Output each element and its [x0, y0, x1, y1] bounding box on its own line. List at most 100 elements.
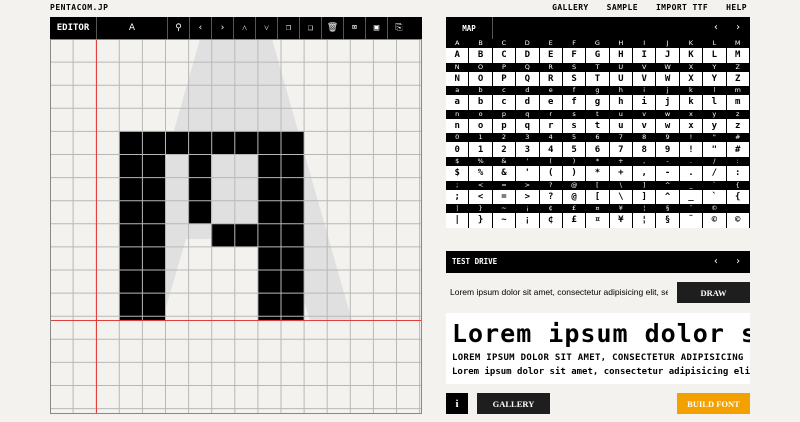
map-cell[interactable]: ff: [562, 86, 587, 110]
map-cell-glyph[interactable]: i: [633, 95, 656, 110]
map-cell-glyph[interactable]: F: [562, 48, 586, 63]
map-cell-glyph[interactable]: h: [609, 95, 632, 110]
map-cell[interactable]: QQ: [516, 62, 540, 87]
map-cell-glyph[interactable]: k: [679, 95, 703, 110]
map-cell-glyph[interactable]: M: [726, 48, 749, 63]
map-cell[interactable]: ~ ~: [492, 204, 517, 228]
map-cell-glyph[interactable]: ¤: [586, 213, 609, 228]
map-cell-glyph[interactable]: 6: [586, 142, 609, 157]
map-cell[interactable]: $ $: [446, 156, 470, 181]
map-cell-glyph[interactable]: ;: [446, 189, 469, 205]
map-cell[interactable]: ¢ ¢: [539, 204, 563, 228]
map-cell-glyph[interactable]: !: [679, 142, 703, 157]
map-cell[interactable]: jj: [656, 86, 680, 110]
map-cell-glyph[interactable]: Y: [703, 71, 726, 87]
map-cell-glyph[interactable]: :: [726, 165, 749, 181]
map-cell[interactable]: 88: [633, 133, 657, 157]
map-cell[interactable]: ss: [562, 109, 587, 134]
map-cell-glyph[interactable]: L: [703, 48, 726, 63]
map-cell[interactable]: gg: [586, 86, 610, 110]
map-cell-glyph[interactable]: g: [586, 95, 609, 110]
map-cell-glyph[interactable]: ©: [703, 213, 726, 228]
map-cell[interactable]: MM: [726, 39, 750, 63]
map-cell[interactable]: CC: [492, 39, 517, 63]
map-cell-glyph[interactable]: -: [656, 165, 679, 181]
map-cell-glyph[interactable]: §: [656, 213, 679, 228]
map-cell[interactable]: & &: [492, 156, 517, 181]
map-cell[interactable]: UU: [609, 62, 633, 87]
map-cell[interactable]: ^ ^: [656, 180, 680, 205]
nav-gallery[interactable]: GALLERY: [552, 3, 589, 12]
map-prev-icon[interactable]: ‹: [710, 22, 722, 33]
map-cell[interactable]: OO: [469, 62, 493, 87]
map-cell[interactable]: xx: [679, 109, 704, 134]
build-font-button[interactable]: BUILD FONT: [677, 393, 750, 414]
map-cell-glyph[interactable]: %: [469, 165, 492, 181]
map-cell[interactable]: YY: [703, 62, 727, 87]
map-cell-glyph[interactable]: [: [586, 189, 609, 205]
map-cell[interactable]: = =: [492, 180, 517, 205]
map-cell-glyph[interactable]: 5: [562, 142, 586, 157]
map-cell[interactable]: yy: [703, 109, 727, 134]
paste-icon[interactable]: ❏: [300, 17, 322, 39]
map-cell[interactable]: tt: [586, 109, 610, 134]
map-cell[interactable]: HH: [609, 39, 633, 63]
map-cell[interactable]: qq: [516, 109, 540, 134]
map-cell[interactable]: dd: [516, 86, 540, 110]
map-cell[interactable]: LL: [703, 39, 727, 63]
glyph-editor-canvas[interactable]: [50, 39, 422, 414]
map-cell-glyph[interactable]: ^: [656, 189, 679, 205]
map-cell-glyph[interactable]: n: [446, 118, 469, 134]
gallery-button[interactable]: GALLERY: [477, 393, 550, 414]
map-cell[interactable]: ::: [726, 156, 750, 181]
map-cell[interactable]: nn: [446, 109, 470, 134]
map-cell-glyph[interactable]: w: [656, 118, 679, 134]
map-cell-glyph[interactable]: *: [586, 165, 609, 181]
copy-icon[interactable]: ❐: [278, 17, 300, 39]
nav-import-ttf[interactable]: IMPORT TTF: [656, 3, 708, 12]
trash-icon[interactable]: 🗑: [322, 17, 344, 39]
map-cell[interactable]: > >: [516, 180, 540, 205]
map-cell-glyph[interactable]: (: [539, 165, 562, 181]
map-cell[interactable]: \ \: [609, 180, 633, 205]
map-cell[interactable]: * *: [586, 156, 610, 181]
map-cell-glyph[interactable]: ,: [633, 165, 656, 181]
map-cell-glyph[interactable]: K: [679, 48, 703, 63]
map-cell[interactable]: EE: [539, 39, 563, 63]
map-cell-glyph[interactable]: q: [516, 118, 539, 134]
map-cell-glyph[interactable]: R: [539, 71, 562, 87]
map-cell[interactable]: ww: [656, 109, 680, 134]
test-drive-input[interactable]: Lorem ipsum dolor sit amet, consectetur …: [446, 282, 668, 302]
map-cell-glyph[interactable]: z: [726, 118, 749, 134]
map-cell[interactable]: + +: [609, 156, 633, 181]
map-cell-glyph[interactable]: \: [609, 189, 632, 205]
map-cell-glyph[interactable]: +: [609, 165, 632, 181]
map-cell[interactable]: ZZ: [726, 62, 750, 87]
map-cell-glyph[interactable]: I: [633, 48, 656, 63]
map-cell-glyph[interactable]: _: [679, 189, 703, 205]
map-cell-glyph[interactable]: >: [516, 189, 539, 205]
down-icon[interactable]: ˅: [256, 17, 278, 39]
map-cell-glyph[interactable]: ¢: [539, 213, 562, 228]
map-cell-glyph[interactable]: ¦: [633, 213, 656, 228]
map-cell[interactable]: PP: [492, 62, 517, 87]
map-cell-glyph[interactable]: ': [516, 165, 539, 181]
wand-icon[interactable]: ⚲: [168, 17, 190, 39]
map-cell[interactable]: ]]: [633, 180, 657, 205]
map-cell[interactable]: < <: [469, 180, 493, 205]
map-cell[interactable]: 66: [586, 133, 610, 157]
map-cell[interactable]: bb: [469, 86, 493, 110]
map-next-icon[interactable]: ›: [732, 22, 744, 33]
map-cell-glyph[interactable]: <: [469, 189, 492, 205]
map-cell-glyph[interactable]: @: [562, 189, 586, 205]
map-cell-glyph[interactable]: }: [469, 213, 492, 228]
map-cell[interactable]: £ £: [562, 204, 587, 228]
map-cell[interactable]: " ": [703, 133, 727, 157]
map-cell[interactable]: GG: [586, 39, 610, 63]
map-cell-glyph[interactable]: O: [469, 71, 492, 87]
map-cell-glyph[interactable]: T: [586, 71, 609, 87]
prev-icon[interactable]: ‹: [190, 17, 212, 39]
site-logo[interactable]: PENTACOM.JP: [50, 3, 108, 12]
nav-help[interactable]: HELP: [726, 3, 747, 12]
map-cell[interactable]: pp: [492, 109, 517, 134]
